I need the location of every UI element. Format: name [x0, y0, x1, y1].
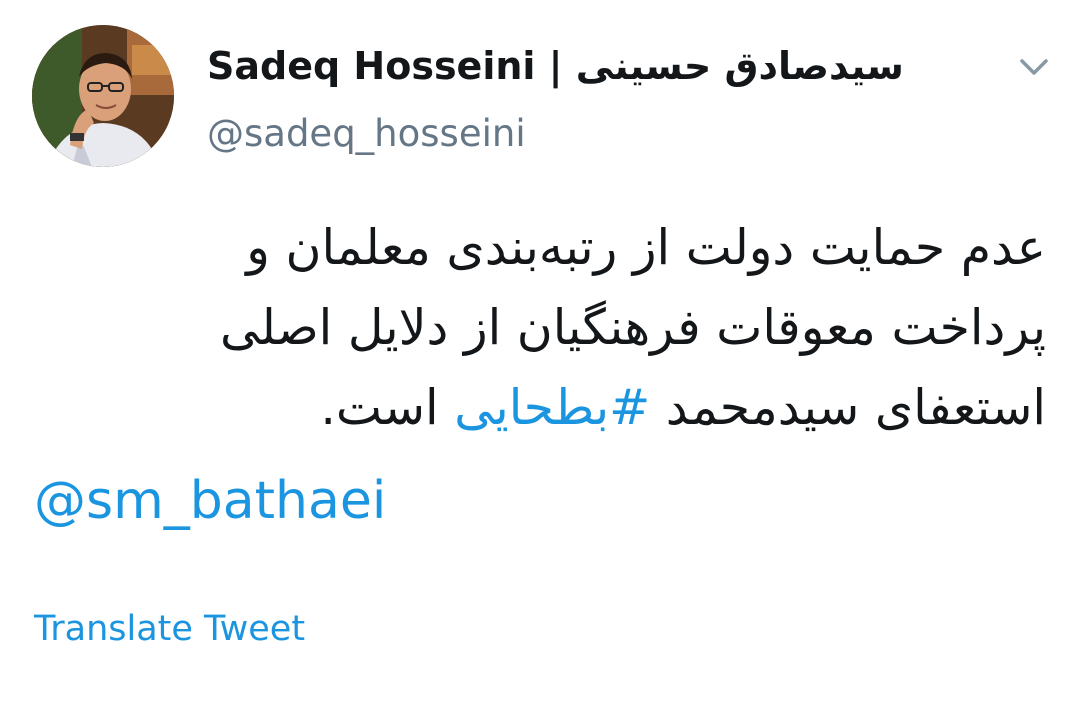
- translate-tweet-link[interactable]: Translate Tweet: [34, 606, 305, 652]
- tweet-text-line: استعفای سیدمحمد #بطحایی است.: [46, 368, 1046, 448]
- tweet-text-segment: استعفای سیدمحمد: [650, 379, 1046, 436]
- author-avatar[interactable]: [32, 25, 174, 167]
- author-handle[interactable]: @sadeq_hosseini: [207, 108, 526, 160]
- profile-photo-icon: [32, 25, 174, 167]
- author-display-name[interactable]: Sadeq Hosseini | سیدصادق حسینی: [207, 38, 904, 94]
- tweet-text-line: پرداخت معوقات فرهنگیان از دلایل اصلی: [220, 299, 1046, 356]
- hashtag-link[interactable]: #بطحایی: [454, 379, 650, 436]
- tweet-text-line: عدم حمایت دولت از رتبه‌بندی معلمان و: [246, 219, 1046, 276]
- tweet-text: عدم حمایت دولت از رتبه‌بندی معلمان و پرد…: [46, 208, 1046, 448]
- tweet-text-segment: است.: [320, 379, 455, 436]
- chevron-down-icon[interactable]: [1016, 52, 1052, 82]
- mention-link[interactable]: @sm_bathaei: [34, 466, 386, 536]
- tweet-card: Sadeq Hosseini | سیدصادق حسینی @sadeq_ho…: [0, 0, 1080, 704]
